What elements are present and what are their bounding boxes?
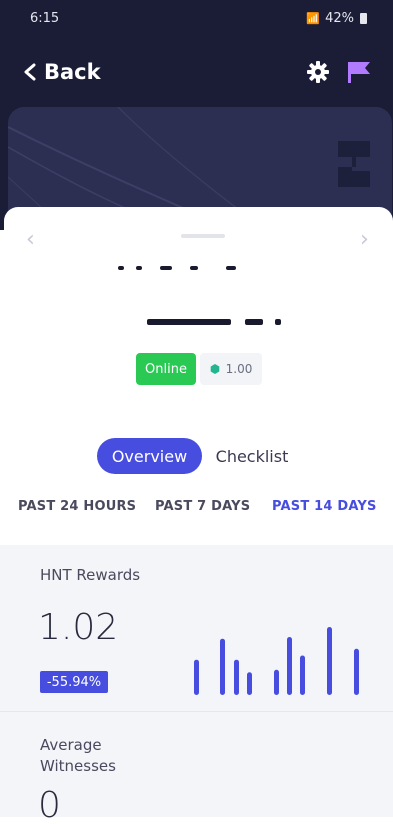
period-24-hours[interactable]: PAST 24 HOURS [18, 499, 136, 514]
view-tabs: Overview Checklist [97, 438, 302, 474]
status-bar: 6:15 📶 42% [0, 0, 393, 38]
back-button[interactable]: Back [22, 56, 101, 88]
chevron-left-icon[interactable]: ‹ [26, 227, 35, 252]
gear-icon[interactable] [306, 60, 330, 84]
battery-icon [360, 13, 367, 24]
reward-bar [354, 648, 359, 695]
flag-icon[interactable] [346, 60, 372, 84]
status-right: 📶 42% [306, 11, 367, 26]
reward-bar [300, 655, 305, 695]
reward-bar [327, 627, 332, 695]
reward-bar [274, 669, 279, 695]
status-time: 6:15 [30, 11, 60, 26]
transmit-scale-badge: 1.00 [200, 353, 262, 385]
drag-handle[interactable] [181, 234, 225, 238]
average-witnesses-value: 0 [38, 785, 61, 826]
hotspot-name-fragment [108, 260, 258, 270]
hexagon-icon [210, 364, 219, 374]
tab-checklist[interactable]: Checklist [202, 438, 302, 474]
period-7-days[interactable]: PAST 7 DAYS [155, 499, 250, 514]
stats-panel: HNT Rewards 1.02 -55.94% Average Witness… [0, 545, 393, 826]
chevron-right-icon[interactable]: › [360, 227, 369, 252]
hnt-rewards-value: 1.02 [38, 607, 119, 648]
period-selector: PAST 24 HOURS PAST 7 DAYS PAST 14 DAYS [0, 499, 393, 521]
tab-overview[interactable]: Overview [97, 438, 202, 474]
reward-bar [194, 659, 199, 695]
back-label: Back [44, 60, 101, 84]
signal-icon: 📶 [306, 12, 322, 25]
hnt-rewards-label: HNT Rewards [40, 566, 141, 584]
transmit-scale-value: 1.00 [225, 362, 253, 376]
hotspot-name-fragment [145, 315, 285, 329]
online-badge: Online [136, 353, 196, 385]
stats-divider [0, 711, 393, 712]
period-14-days[interactable]: PAST 14 DAYS [272, 499, 377, 514]
battery-level: 42% [325, 11, 354, 26]
status-badges: Online 1.00 [136, 353, 262, 385]
reward-bar [287, 637, 292, 695]
hnt-rewards-change: -55.94% [40, 671, 108, 693]
rewards-bar-chart [194, 627, 359, 695]
reward-bar [234, 659, 239, 695]
reward-bar [247, 672, 252, 695]
average-witnesses-label: Average Witnesses [40, 736, 116, 775]
top-bar: 6:15 📶 42% Back [0, 0, 393, 232]
chevron-left-icon [24, 63, 36, 81]
reward-bar [220, 638, 225, 695]
